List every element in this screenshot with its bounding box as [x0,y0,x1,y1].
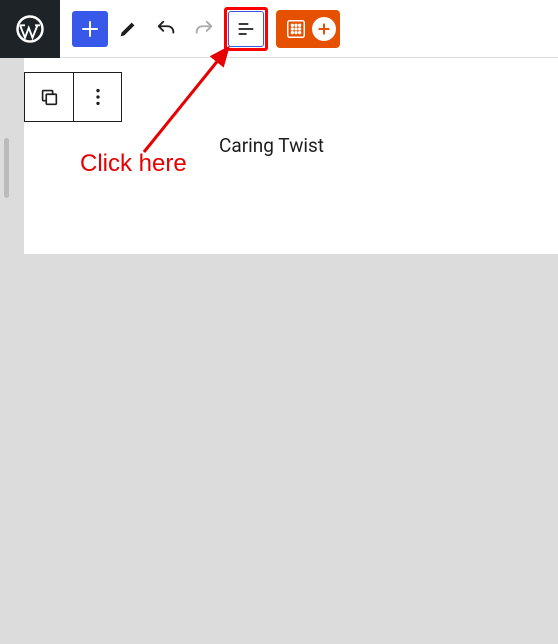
annotation-label: Click here [80,150,187,178]
duplicate-block-button[interactable] [25,73,73,121]
more-options-button[interactable] [73,73,121,121]
block-toolbar [24,72,122,122]
orange-add-icon[interactable] [312,17,336,41]
toolbar-actions [72,7,340,51]
document-outline-button[interactable] [228,11,264,47]
redo-button[interactable] [186,11,222,47]
document-outline-highlight [224,7,268,51]
grid-icon[interactable] [280,13,312,45]
post-title[interactable]: Caring Twist [219,134,324,157]
editor-toolbar [0,0,558,58]
add-block-button[interactable] [72,11,108,47]
edit-mode-button[interactable] [110,11,146,47]
undo-button[interactable] [148,11,184,47]
wordpress-logo[interactable] [0,0,60,58]
orange-toolbar-group [276,10,340,48]
scroll-indicator [4,138,9,198]
